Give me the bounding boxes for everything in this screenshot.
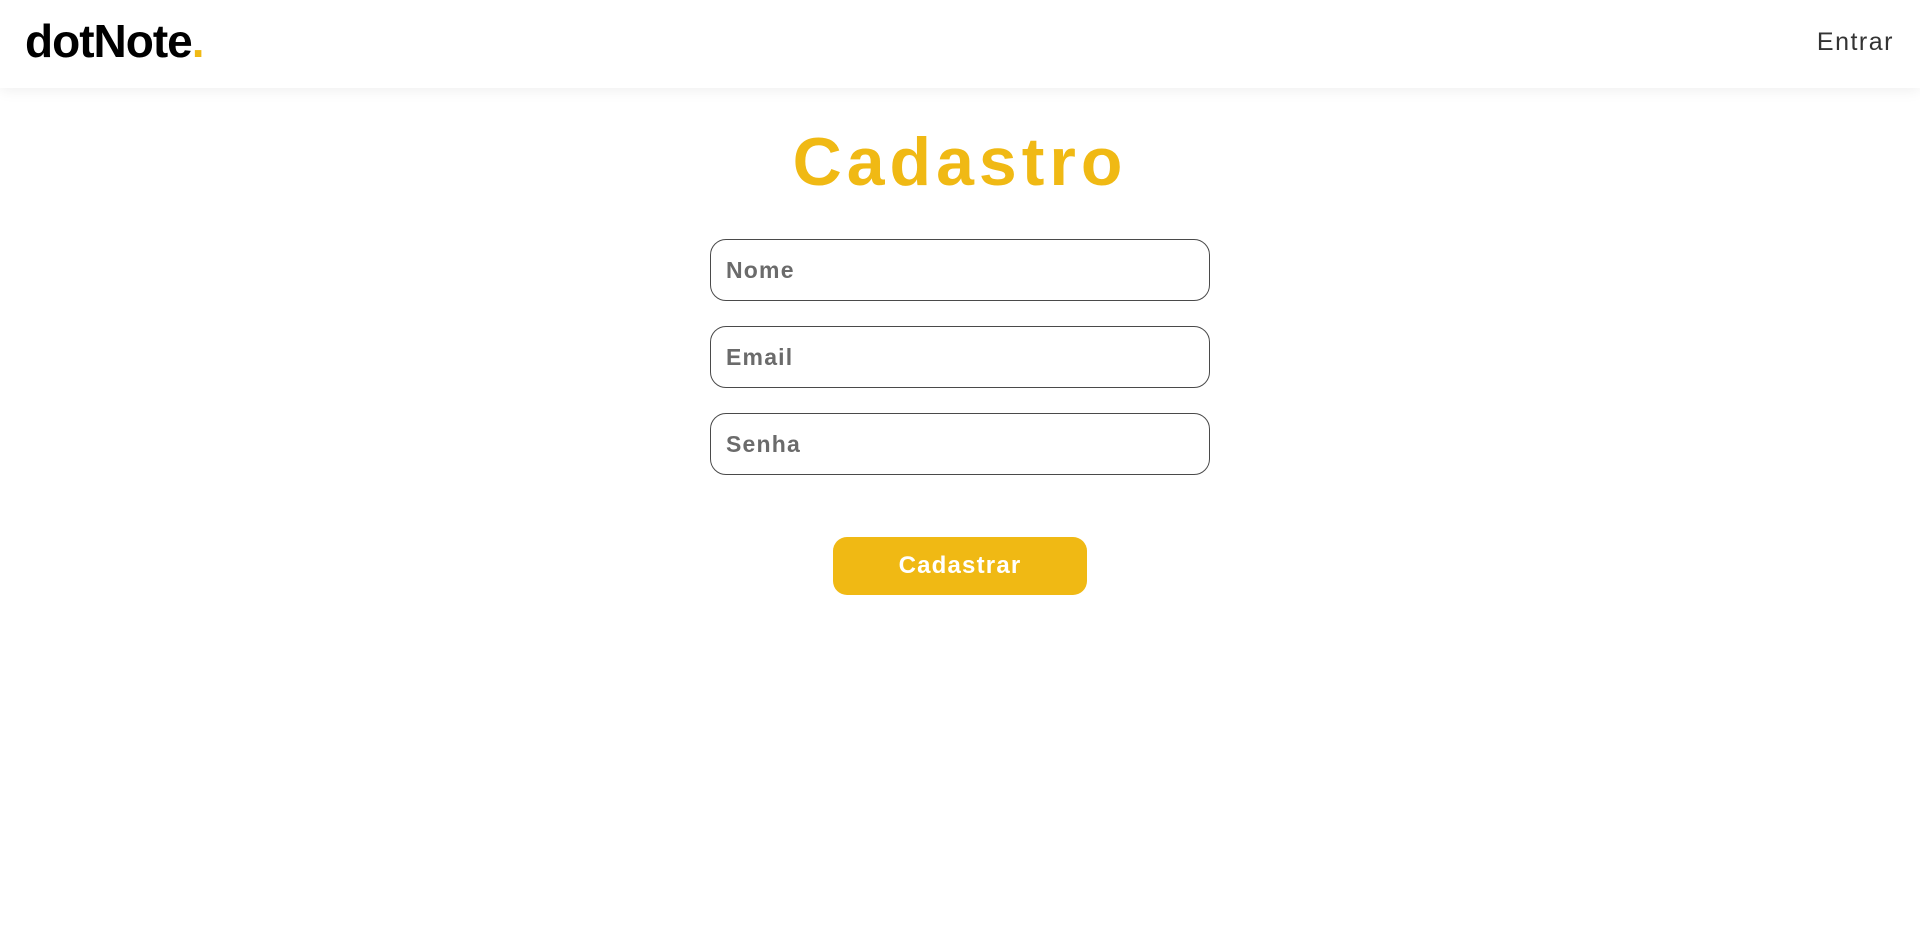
email-input[interactable] — [710, 326, 1210, 388]
password-input[interactable] — [710, 413, 1210, 475]
signup-button[interactable]: Cadastrar — [833, 537, 1087, 595]
navbar: dotNote. Entrar — [0, 0, 1920, 88]
logo[interactable]: dotNote. — [25, 15, 205, 67]
signup-page: Cadastro Cadastrar — [0, 88, 1920, 925]
logo-dot: . — [191, 15, 205, 67]
logo-text: dotNote — [25, 15, 193, 67]
signup-form: Cadastrar — [710, 239, 1210, 595]
name-input[interactable] — [710, 239, 1210, 301]
login-link[interactable]: Entrar — [1817, 28, 1894, 57]
page-title: Cadastro — [792, 124, 1128, 200]
